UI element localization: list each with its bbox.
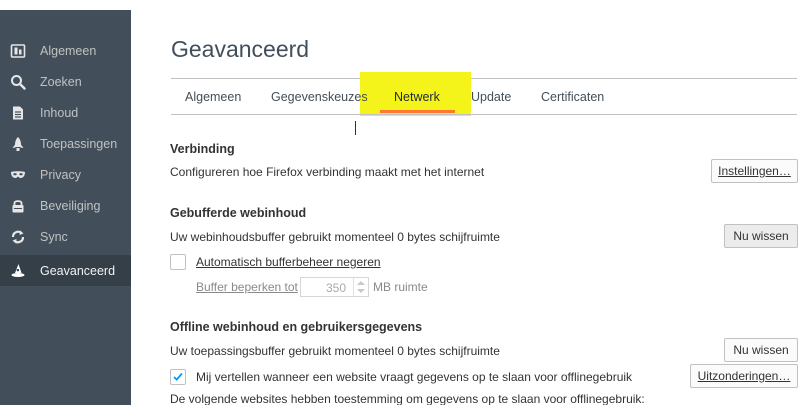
clear-cache-button[interactable]: Nu wissen [724,224,798,248]
sidebar-item-label: Inhoud [40,105,79,120]
connection-title: Verbinding [170,142,235,156]
sidebar-item-label: Algemeen [40,43,97,58]
override-cache-checkbox[interactable] [170,254,186,270]
exceptions-button[interactable]: Uitzonderingen… [690,364,798,388]
tell-me-label: Mij vertellen wanneer een website vraagt… [196,370,633,384]
button-label: Uitzonderingen… [697,369,791,383]
sidebar-item-security[interactable]: Beveiliging [0,190,131,221]
document-icon [13,106,23,119]
sidebar-item-label: Sync [40,229,68,244]
sync-icon [11,230,25,243]
page-title: Geavanceerd [171,36,310,62]
stepper-buttons[interactable] [353,278,368,296]
cache-limit-label: Buffer beperken tot [196,280,298,294]
lock-icon [12,199,24,212]
offline-allowed-text: De volgende websites hebben toestemming … [170,392,645,405]
offline-title: Offline webinhoud en gebruikersgegevens [170,320,423,334]
preferences-window: Algemeen Zoeken Inhoud Toepassingen Priv… [0,0,802,405]
sidebar-item-label: Geavanceerd [40,263,116,278]
connection-settings-button[interactable]: Instellingen… [711,159,798,183]
cache-title: Gebufferde webinhoud [170,206,307,220]
cache-limit-unit: MB ruimte [373,280,428,294]
button-label: Nu wissen [733,343,789,357]
clear-offline-button[interactable]: Nu wissen [724,338,798,362]
wizard-hat-icon [11,263,25,277]
tabs-divider [171,114,797,115]
sidebar-item-search[interactable]: Zoeken [0,66,131,97]
sidebar-item-label: Beveiliging [40,198,101,213]
checkmark-icon [173,372,183,381]
button-label: Nu wissen [733,229,789,243]
override-cache-label: Automatisch bufferbeheer negeren [196,255,381,269]
mask-icon [11,170,25,178]
sidebar-item-privacy[interactable]: Privacy [0,159,131,190]
general-icon [10,43,26,58]
tab-data-choices[interactable]: Gegevenskeuzes [271,90,368,104]
text-cursor [355,121,356,135]
cache-limit-value: 350 [325,281,346,295]
sidebar-item-label: Toepassingen [40,136,118,151]
search-icon [11,74,26,90]
sidebar: Algemeen Zoeken Inhoud Toepassingen Priv… [0,10,131,405]
rocket-icon [12,136,24,151]
cache-limit-stepper[interactable]: 350 [300,277,369,297]
tab-update[interactable]: Update [471,90,511,104]
sidebar-item-label: Zoeken [40,74,82,89]
tab-network[interactable]: Netwerk [394,90,440,104]
tab-certificates[interactable]: Certificaten [541,90,604,104]
sidebar-item-advanced[interactable]: Geavanceerd [0,255,131,286]
button-label: Instellingen… [718,164,791,178]
cache-description: Uw webinhoudsbuffer gebruikt momenteel 0… [170,230,500,244]
sidebar-item-content[interactable]: Inhoud [0,97,131,128]
connection-description: Configureren hoe Firefox verbinding maak… [170,165,485,179]
title-divider [171,78,797,79]
sidebar-item-applications[interactable]: Toepassingen [0,128,131,159]
sidebar-item-label: Privacy [40,167,81,182]
sidebar-item-general[interactable]: Algemeen [0,35,131,66]
stepper-up-icon[interactable] [357,281,365,285]
selected-tab-indicator [380,110,455,113]
offline-description: Uw toepassingsbuffer gebruikt momenteel … [170,344,500,358]
tell-me-checkbox[interactable] [170,369,186,385]
sidebar-item-sync[interactable]: Sync [0,221,131,252]
tab-general[interactable]: Algemeen [185,90,241,104]
stepper-down-icon[interactable] [357,289,365,293]
